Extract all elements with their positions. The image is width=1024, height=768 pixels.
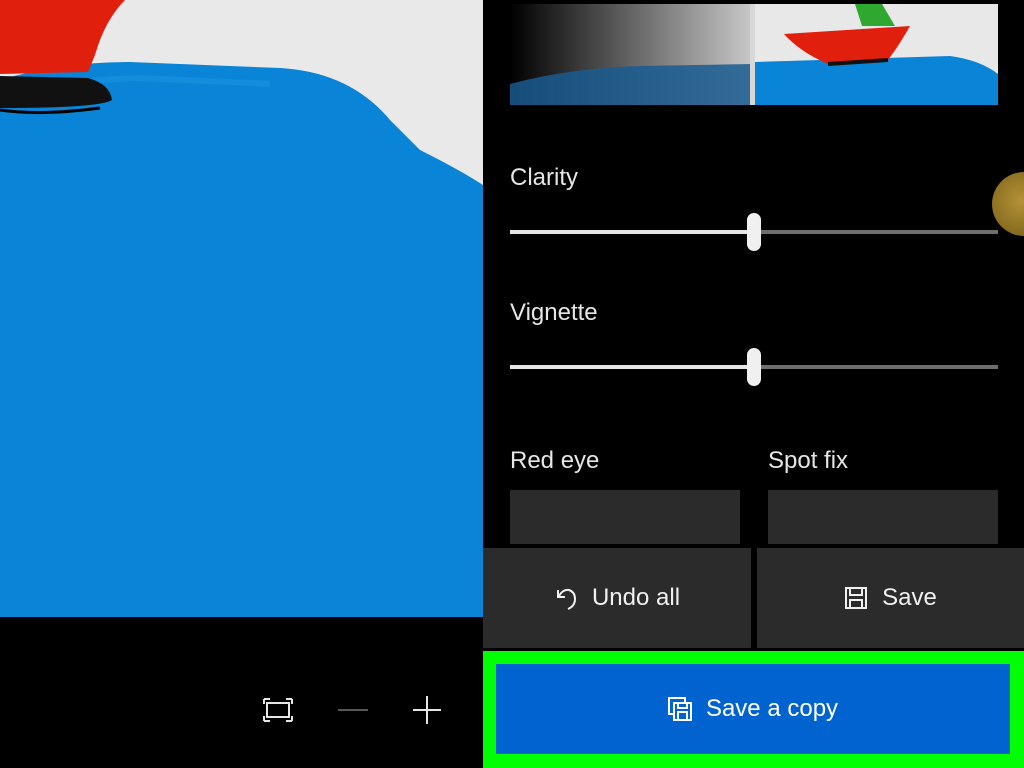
photo-editor-window: Clarity Vignette Red eye Spot fix Undo a… [0,0,1024,768]
floppy-disk-icon [845,587,868,609]
red-eye-button[interactable] [510,490,740,544]
undo-icon [556,588,576,610]
vignette-slider[interactable] [510,348,998,386]
save-button[interactable]: Save [757,548,1024,648]
vignette-thumb[interactable] [747,348,761,386]
before-after-preview[interactable] [510,4,998,105]
clarity-thumb[interactable] [747,213,761,251]
clarity-track [754,230,998,234]
undo-all-label: Undo all [591,584,681,611]
fit-to-window-button[interactable] [258,690,298,730]
fit-to-window-icon [263,698,293,722]
undo-all-button[interactable]: Undo all [483,548,751,648]
drawing-image [0,0,483,617]
zoom-out-button[interactable] [333,690,373,730]
save-copy-icon [667,697,692,721]
save-a-copy-button[interactable]: Save a copy [496,664,1010,754]
vignette-track [754,365,998,369]
spot-fix-button[interactable] [768,490,998,544]
plus-icon [413,696,441,724]
preview-divider[interactable] [750,4,755,105]
save-a-copy-label: Save a copy [705,695,839,722]
clarity-track-filled [510,230,754,234]
vignette-label: Vignette [510,299,598,326]
vignette-track-filled [510,365,754,369]
red-eye-label: Red eye [510,447,600,474]
spot-fix-label: Spot fix [768,447,849,474]
clarity-label: Clarity [510,164,579,191]
minus-icon [338,709,368,711]
save-label: Save [882,584,937,611]
clarity-slider[interactable] [510,213,998,251]
zoom-in-button[interactable] [407,690,447,730]
image-canvas[interactable] [0,0,483,617]
